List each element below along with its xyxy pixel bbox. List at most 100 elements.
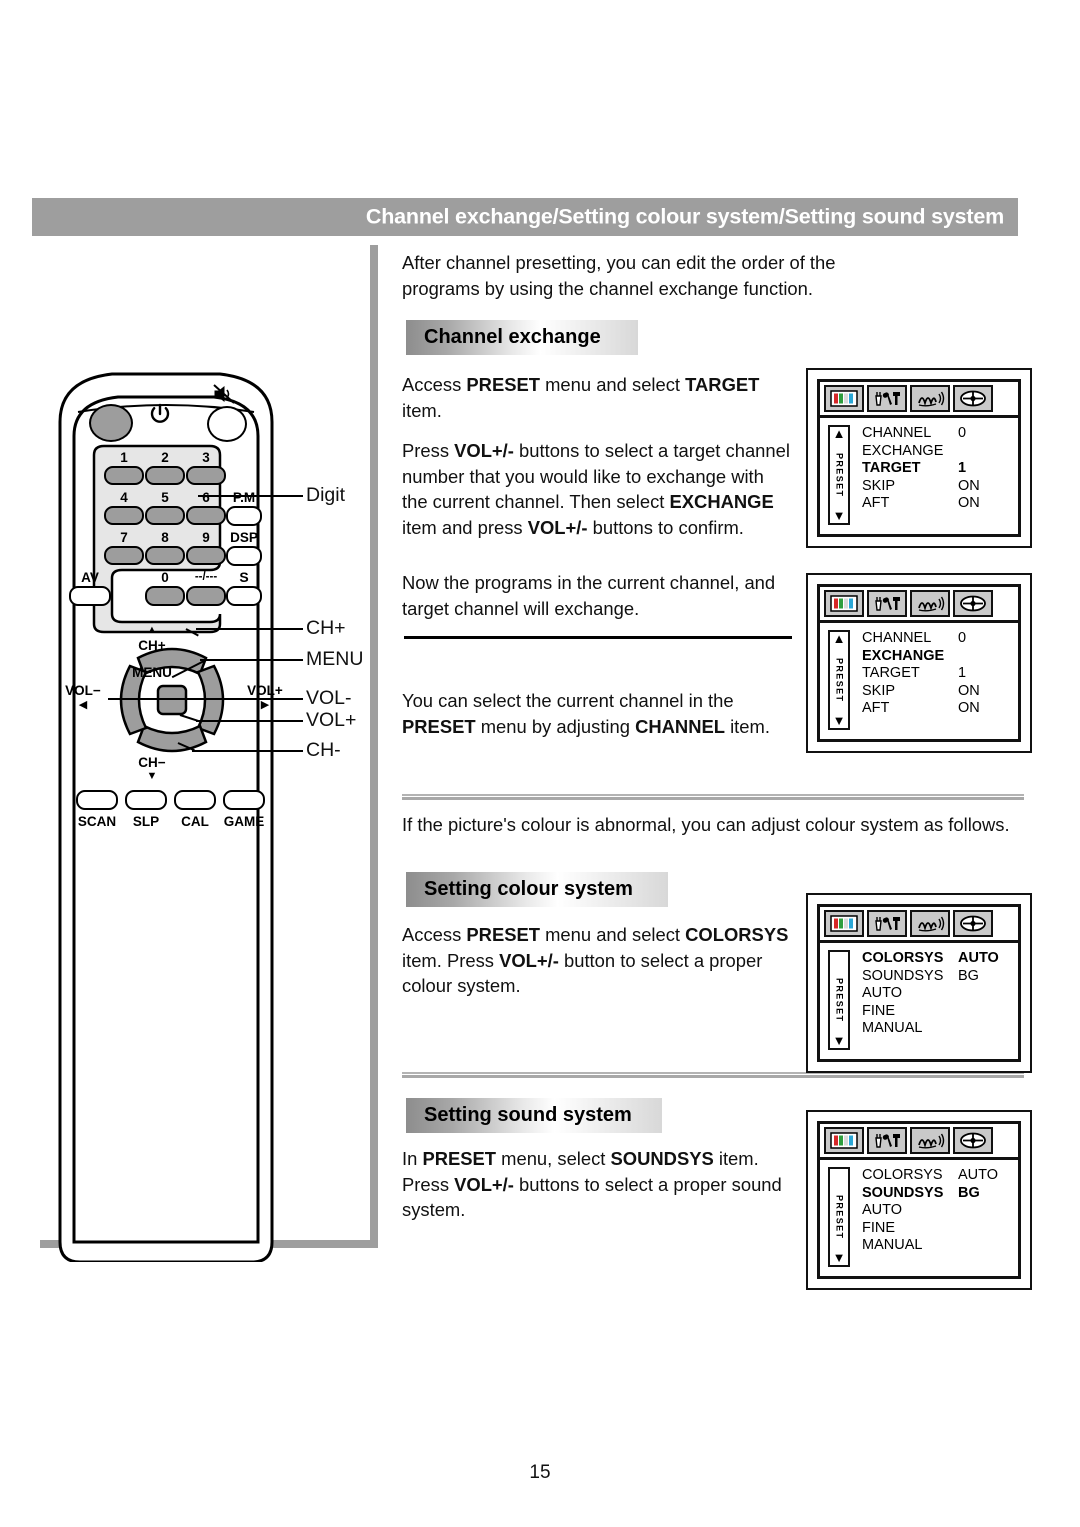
- osd-icon-cell[interactable]: [867, 1127, 907, 1154]
- osd-menu-row[interactable]: SOUNDSYS BG: [862, 968, 1012, 986]
- osd-scrollbar[interactable]: PRESET ▼: [828, 1167, 850, 1267]
- osd-icon-cell[interactable]: [824, 385, 864, 412]
- osd-menu-row[interactable]: SKIP ON: [862, 478, 1012, 496]
- key-label-0: 0: [161, 570, 169, 585]
- key-s[interactable]: [226, 586, 262, 606]
- page-number: 15: [529, 1462, 551, 1483]
- osd-icon-cell[interactable]: [824, 590, 864, 617]
- key-cal[interactable]: [174, 790, 216, 810]
- key-9[interactable]: [186, 546, 226, 565]
- para-select-current-channel: You can select the current channel in th…: [402, 690, 770, 737]
- scroll-up-arrow-icon[interactable]: ▲: [833, 427, 846, 440]
- leader-line-digit: [198, 495, 303, 497]
- osd-menu-row[interactable]: AUTO: [862, 1202, 1012, 1220]
- osd-scrollbar[interactable]: PRESET ▼: [828, 950, 850, 1050]
- osd-icon-cell[interactable]: [953, 910, 993, 937]
- scroll-down-arrow-icon[interactable]: ▼: [833, 1034, 846, 1047]
- key-6[interactable]: [186, 506, 226, 525]
- key-label-9: 9: [202, 530, 210, 545]
- scroll-down-arrow-icon[interactable]: ▼: [833, 1251, 846, 1264]
- key-label-s: S: [239, 569, 249, 585]
- key-0[interactable]: [145, 586, 185, 606]
- osd-menu-name: PRESET: [834, 1194, 845, 1240]
- key-label-4: 4: [120, 490, 128, 505]
- osd-inner-frame: ▲ PRESET ▼ CHANNEL 0 EXCHANGE TARGET 1 SKIP ON AFT…: [817, 584, 1021, 742]
- osd-row-label: AUTO: [862, 985, 903, 1001]
- dpad-label-ch-down: CH−: [138, 755, 166, 770]
- osd-icon-cell[interactable]: [867, 910, 907, 937]
- osd-menu-row[interactable]: TARGET 1: [862, 460, 1012, 478]
- osd-row-list: CHANNEL 0 EXCHANGE TARGET 1 SKIP ON AFT ON: [862, 425, 1012, 525]
- osd-row-value: 0: [958, 630, 967, 646]
- osd-inner-frame: PRESET ▼ COLORSYS AUTO SOUNDSYS BG AUTO FINE MAN…: [817, 904, 1021, 1062]
- key-4[interactable]: [104, 506, 144, 525]
- key-label-scan: SCAN: [77, 814, 117, 829]
- osd-icon-cell[interactable]: [824, 1127, 864, 1154]
- osd-icon-cell[interactable]: [910, 1127, 950, 1154]
- osd-icon-cell[interactable]: [953, 1127, 993, 1154]
- osd-menu-row[interactable]: TARGET 1: [862, 665, 1012, 683]
- osd-menu-row[interactable]: FINE: [862, 1220, 1012, 1238]
- key-dsp[interactable]: [226, 546, 262, 566]
- key-8[interactable]: [145, 546, 185, 565]
- osd-menu-row[interactable]: MANUAL: [862, 1020, 1012, 1038]
- osd-menu-row[interactable]: COLORSYS AUTO: [862, 1167, 1012, 1185]
- osd-menu-row[interactable]: CHANNEL 0: [862, 425, 1012, 443]
- scroll-up-arrow-icon[interactable]: ▲: [833, 632, 846, 645]
- key-1[interactable]: [104, 466, 144, 485]
- tools-icon: [875, 1134, 900, 1148]
- key-7[interactable]: [104, 546, 144, 565]
- osd-icon-cell[interactable]: [824, 910, 864, 937]
- osd-icon-cell[interactable]: [910, 910, 950, 937]
- osd-row-value: BG: [958, 967, 979, 984]
- mute-button[interactable]: [207, 406, 247, 442]
- osd-icon-cell[interactable]: [910, 590, 950, 617]
- osd-menu-row[interactable]: EXCHANGE: [862, 648, 1012, 666]
- dpad-label-vol-up: VOL+: [247, 683, 283, 698]
- osd-scrollbar[interactable]: ▲ PRESET ▼: [828, 630, 850, 730]
- osd-icon-cell[interactable]: [953, 590, 993, 617]
- osd-menu-row[interactable]: SOUNDSYS BG: [862, 1185, 1012, 1203]
- callout-ch-down: CH-: [306, 739, 341, 761]
- key-dash[interactable]: [186, 586, 226, 606]
- osd-menu-row[interactable]: AUTO: [862, 985, 1012, 1003]
- key-label-slp: SLP: [132, 814, 160, 829]
- key-5[interactable]: [145, 506, 185, 525]
- osd-menu-row[interactable]: AFT ON: [862, 495, 1012, 513]
- key-2[interactable]: [145, 466, 185, 485]
- vol-up-button: [196, 664, 225, 736]
- key-label-dash: --/---: [194, 571, 218, 583]
- osd-icon-cell[interactable]: [910, 385, 950, 412]
- key-label-8: 8: [161, 530, 169, 545]
- osd-row-label: SKIP: [862, 477, 896, 494]
- osd-row-value: BG: [958, 1184, 980, 1201]
- osd-scrollbar[interactable]: ▲ PRESET ▼: [828, 425, 850, 525]
- osd-menu-row[interactable]: FINE: [862, 1003, 1012, 1021]
- osd-menu-row[interactable]: MANUAL: [862, 1237, 1012, 1255]
- sound-wave-icon: [918, 916, 945, 932]
- scroll-down-arrow-icon[interactable]: ▼: [833, 509, 846, 522]
- power-button[interactable]: [89, 404, 133, 442]
- osd-icon-cell[interactable]: [867, 385, 907, 412]
- osd-icon-cell[interactable]: [867, 590, 907, 617]
- key-pm[interactable]: [226, 506, 262, 526]
- osd-menu-row[interactable]: SKIP ON: [862, 683, 1012, 701]
- osd-menu-row[interactable]: EXCHANGE: [862, 443, 1012, 461]
- para-colorsys-instructions: Access PRESET menu and select COLORSYS i…: [402, 924, 789, 996]
- osd-row-label: EXCHANGE: [862, 442, 944, 459]
- key-3[interactable]: [186, 466, 226, 485]
- key-av[interactable]: [69, 586, 111, 606]
- section-heading-sound-system: Setting sound system: [406, 1098, 662, 1133]
- para-press-vol-target: Press VOL+/- buttons to select a target …: [402, 440, 790, 538]
- osd-menu-row[interactable]: AFT ON: [862, 700, 1012, 718]
- osd-icon-cell[interactable]: [953, 385, 993, 412]
- key-scan[interactable]: [76, 790, 118, 810]
- osd-menu-row[interactable]: COLORSYS AUTO: [862, 950, 1012, 968]
- osd-menu-row[interactable]: CHANNEL 0: [862, 630, 1012, 648]
- intro-paragraph: After channel presetting, you can edit t…: [402, 252, 836, 299]
- key-game[interactable]: [223, 790, 265, 810]
- key-slp[interactable]: [125, 790, 167, 810]
- osd-row-label: AFT: [862, 495, 890, 511]
- scroll-down-arrow-icon[interactable]: ▼: [833, 714, 846, 727]
- key-label-cal: CAL: [181, 814, 209, 829]
